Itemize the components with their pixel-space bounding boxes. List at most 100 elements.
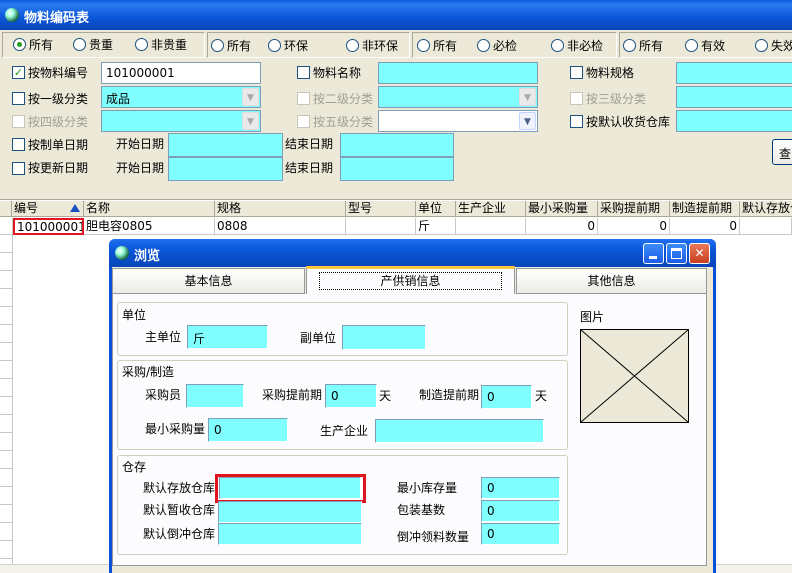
dialog-icon: [115, 246, 129, 260]
radio-label: 所有: [227, 39, 252, 53]
make-lead-input[interactable]: 0: [481, 385, 532, 409]
radio-invalid[interactable]: [755, 39, 768, 52]
radio-label: 所有: [639, 39, 664, 53]
main-unit-input[interactable]: 斤: [187, 325, 268, 349]
radio-not-eco[interactable]: [346, 39, 359, 52]
radio-not-valuable[interactable]: [135, 38, 148, 51]
temp-wh-label: 默认暂收仓库: [143, 503, 216, 517]
radio-valuable[interactable]: [73, 38, 86, 51]
day-unit-label: 天: [379, 389, 392, 403]
radio-eco[interactable]: [268, 39, 281, 52]
min-purchase-input[interactable]: 0: [208, 418, 288, 442]
name-label: 物料名称: [313, 66, 362, 80]
purchase-lead-input[interactable]: 0: [325, 384, 377, 408]
cat4-checkbox: [12, 115, 25, 128]
radio-label: 所有: [29, 38, 54, 52]
col-header-wh[interactable]: 默认存放仓: [740, 201, 792, 217]
row-header: [0, 218, 13, 235]
radio-label: 所有: [433, 39, 458, 53]
name-checkbox[interactable]: [297, 66, 310, 79]
unit-section-label: 单位: [122, 308, 147, 322]
buyer-label: 采购员: [145, 388, 182, 402]
cell-code[interactable]: 101000001: [13, 218, 84, 235]
pack-base-label: 包装基数: [397, 503, 446, 517]
col-header-name[interactable]: 名称: [84, 201, 215, 217]
radio-not-inspect[interactable]: [551, 39, 564, 52]
backflush-qty-input[interactable]: 0: [481, 523, 560, 545]
tab-basic-info[interactable]: 基本信息: [112, 268, 305, 294]
producer-input[interactable]: [375, 419, 544, 443]
col-header-min-purchase[interactable]: 最小采购量: [526, 201, 598, 217]
buyer-input[interactable]: [186, 384, 244, 408]
radio-valuable-all[interactable]: [13, 38, 26, 51]
radio-label: 非必检: [567, 39, 604, 53]
default-wh-label: 默认存放仓库: [143, 481, 216, 495]
radio-inspect-all[interactable]: [417, 39, 430, 52]
col-header-make-lead[interactable]: 制造提前期: [670, 201, 740, 217]
chevron-down-icon: ▼: [242, 112, 259, 130]
cell-purchase-lead[interactable]: 0: [598, 218, 670, 235]
chevron-down-icon[interactable]: ▼: [242, 88, 259, 106]
search-button[interactable]: 查: [772, 139, 792, 165]
cat1-checkbox[interactable]: [12, 92, 25, 105]
update-end-date[interactable]: [340, 157, 454, 181]
cat5-select[interactable]: ▼: [378, 110, 538, 132]
update-start-date[interactable]: [168, 157, 283, 181]
spec-checkbox[interactable]: [570, 66, 583, 79]
cell-min-purchase[interactable]: 0: [526, 218, 598, 235]
min-stock-input[interactable]: 0: [481, 477, 560, 499]
cell-model[interactable]: [346, 218, 416, 235]
code-input[interactable]: 101000001: [101, 62, 261, 84]
default-wh-checkbox[interactable]: [570, 115, 583, 128]
end-date-label: 结束日期: [285, 137, 334, 151]
picture-box[interactable]: [580, 329, 689, 423]
cell-name[interactable]: 胆电容0805: [84, 218, 215, 235]
create-date-label: 按制单日期: [28, 138, 89, 152]
code-label: 按物料编号: [28, 66, 89, 80]
cell-spec[interactable]: 0808: [215, 218, 346, 235]
col-header-producer[interactable]: 生产企业: [456, 201, 526, 217]
radio-inspect[interactable]: [477, 39, 490, 52]
backflush-wh-input[interactable]: [218, 523, 362, 545]
cell-producer[interactable]: [456, 218, 526, 235]
col-header-spec[interactable]: 规格: [215, 201, 346, 217]
col-header-model[interactable]: 型号: [346, 201, 416, 217]
minimize-button[interactable]: [643, 243, 664, 264]
cell-wh[interactable]: [740, 218, 792, 235]
cell-unit[interactable]: 斤: [416, 218, 456, 235]
col-header-code[interactable]: 编号: [12, 201, 84, 217]
chevron-down-icon[interactable]: ▼: [519, 112, 536, 130]
cat2-label: 按二级分类: [313, 92, 374, 106]
col-header-unit[interactable]: 单位: [416, 201, 456, 217]
min-purchase-label: 最小采购量: [145, 422, 206, 436]
create-start-date[interactable]: [168, 133, 283, 157]
tab-supply-info[interactable]: 产供销信息: [306, 266, 515, 294]
cell-make-lead[interactable]: 0: [670, 218, 740, 235]
highlight-box: [215, 474, 366, 503]
code-checkbox[interactable]: ✓: [12, 66, 25, 79]
sub-unit-input[interactable]: [342, 325, 426, 350]
grid-row-lines: [0, 235, 13, 564]
update-date-checkbox[interactable]: [12, 162, 25, 175]
cat1-select[interactable]: 成品 ▼: [101, 86, 261, 108]
radio-valid[interactable]: [685, 39, 698, 52]
dialog-titlebar: [109, 239, 716, 267]
close-button[interactable]: ✕: [689, 243, 710, 264]
cat3-checkbox: [570, 92, 583, 105]
name-input[interactable]: [378, 62, 538, 84]
tab-other-info[interactable]: 其他信息: [516, 268, 707, 294]
pack-base-input[interactable]: 0: [481, 500, 560, 522]
sub-unit-label: 副单位: [300, 331, 337, 345]
start-date-label: 开始日期: [116, 137, 165, 151]
radio-label: 贵重: [89, 38, 114, 52]
temp-wh-input[interactable]: [218, 501, 362, 523]
maximize-button[interactable]: [666, 243, 687, 264]
spec-input[interactable]: [676, 62, 792, 84]
radio-valid-all[interactable]: [623, 39, 636, 52]
col-header-purchase-lead[interactable]: 采购提前期: [598, 201, 670, 217]
window-title: 物料编码表: [24, 11, 90, 26]
create-date-checkbox[interactable]: [12, 138, 25, 151]
create-end-date[interactable]: [340, 133, 454, 157]
radio-eco-all[interactable]: [211, 39, 224, 52]
default-wh-input[interactable]: [676, 110, 792, 132]
